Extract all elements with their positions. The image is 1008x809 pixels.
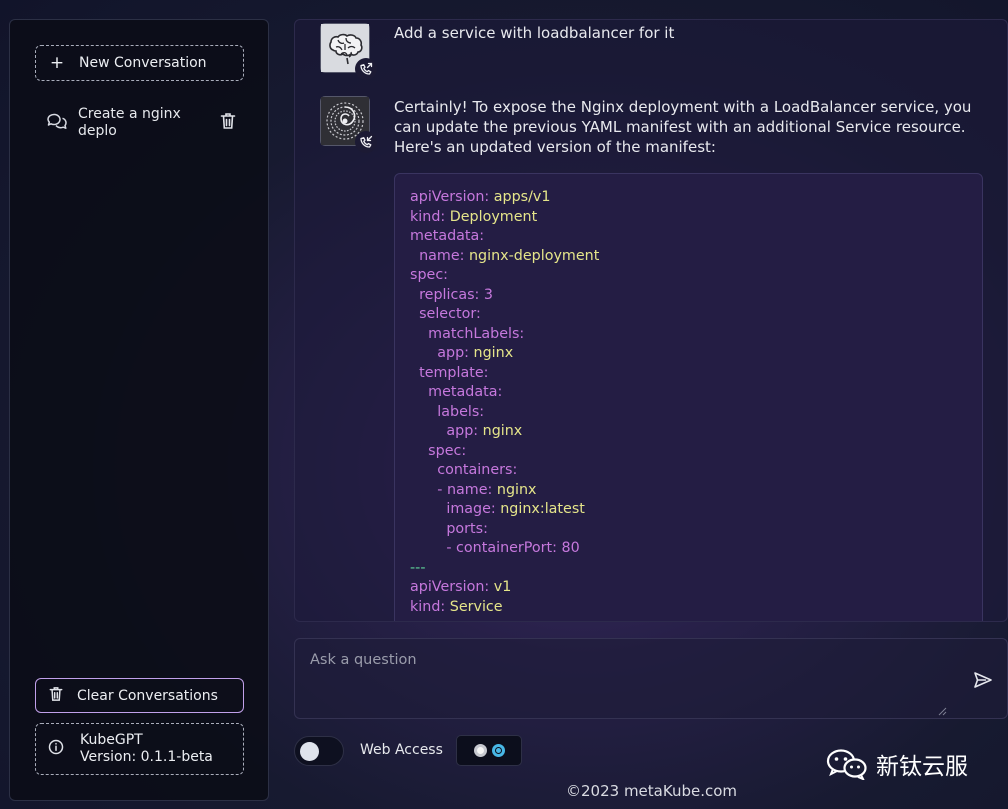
web-access-toggle[interactable] [294, 736, 344, 766]
user-avatar [320, 23, 377, 80]
send-icon[interactable] [973, 670, 993, 690]
plus-icon: + [49, 53, 65, 73]
code-line: matchLabels: [410, 325, 525, 342]
chat-bubbles-icon [46, 111, 68, 135]
code-line: apiVersion: apps/v1 [410, 189, 551, 205]
conversation-title: Create a nginx deplo [78, 106, 181, 139]
code-line: metadata: [410, 228, 485, 244]
new-conversation-button[interactable]: + New Conversation [35, 45, 244, 81]
trash-icon[interactable] [220, 112, 236, 134]
code-line: kind: Service [410, 598, 503, 615]
code-line: metadata: [410, 384, 503, 400]
question-input[interactable] [295, 639, 955, 718]
conversation-item[interactable]: Create a nginx deplo [46, 105, 236, 141]
web-access-label: Web Access [360, 742, 443, 758]
bot-message: Certainly! To expose the Nginx deploymen… [394, 98, 972, 156]
code-line: app: nginx [410, 345, 514, 361]
mode-selector [456, 735, 522, 766]
info-icon [48, 739, 64, 759]
code-line: template: [410, 364, 489, 381]
code-line: - containerPort: 80 [410, 540, 580, 556]
toggle-knob [300, 742, 319, 761]
app-version: Version: 0.1.1-beta [80, 749, 213, 765]
new-conversation-label: New Conversation [79, 55, 207, 71]
app-name: KubeGPT [80, 732, 143, 748]
mode-radio-2[interactable] [492, 744, 505, 757]
resize-handle-icon[interactable] [937, 706, 947, 716]
clear-conversations-button[interactable]: Clear Conversations [35, 678, 244, 713]
app-info: KubeGPT Version: 0.1.1-beta [35, 723, 244, 775]
watermark: 新钛云服 [826, 747, 968, 781]
code-line: apiVersion: v1 [410, 579, 512, 595]
watermark-text: 新钛云服 [876, 754, 968, 780]
code-line: image: nginx:latest [410, 501, 585, 517]
sidebar: + New Conversation Create a nginx deplo … [9, 19, 269, 801]
user-message: Add a service with loadbalancer for it [394, 24, 675, 42]
code-line: replicas: 3 [410, 286, 493, 303]
code-line: kind: Deployment [410, 208, 538, 225]
bot-avatar [320, 96, 377, 153]
code-line: app: nginx [410, 423, 523, 439]
clear-conversations-label: Clear Conversations [77, 687, 218, 704]
code-line: spec: [410, 267, 448, 283]
code-line: labels: [410, 403, 485, 420]
code-line: containers: [410, 462, 518, 478]
code-block: apiVersion: apps/v1 kind: Deployment metad… [394, 173, 983, 621]
code-line: spec: [410, 442, 467, 459]
code-line: ports: [410, 520, 488, 537]
chat-panel: Add a service with loadbalancer for it C… [294, 19, 1008, 622]
question-box [294, 638, 1008, 719]
footer-copyright: ©2023 metaKube.com [566, 782, 738, 800]
mode-radio-1[interactable] [474, 744, 487, 757]
trash-icon [49, 686, 63, 706]
code-line: --- [410, 559, 426, 576]
wechat-icon [826, 749, 867, 780]
code-line: - name: nginx [410, 481, 537, 498]
phone-icon [355, 131, 377, 153]
code-line: selector: [410, 306, 481, 322]
phone-icon [355, 58, 377, 80]
code-line: name: nginx-deployment [410, 247, 600, 264]
